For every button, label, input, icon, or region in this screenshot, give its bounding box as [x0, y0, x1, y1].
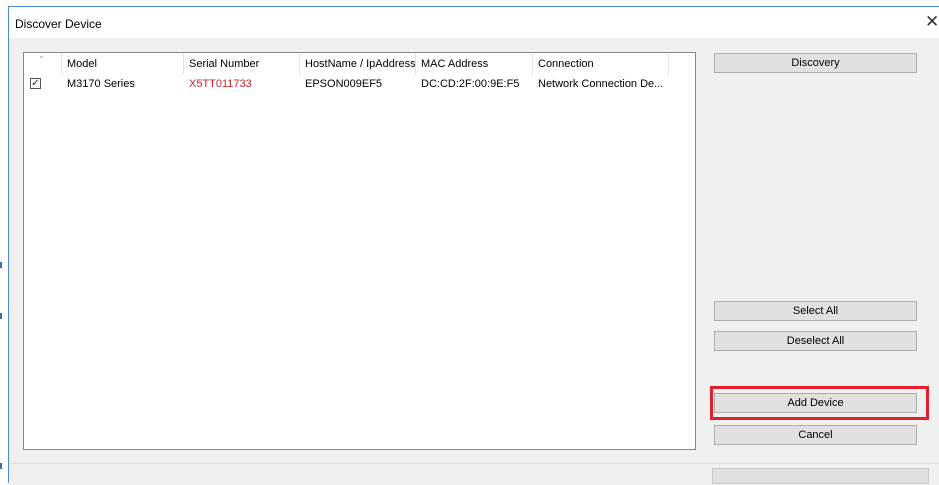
cell-serial: X5TT011733: [189, 78, 252, 90]
column-header-mac[interactable]: MAC Address: [416, 53, 533, 75]
device-list[interactable]: ⌄ Model Serial Number HostName / IpAddre…: [23, 51, 696, 450]
cancel-button[interactable]: Cancel: [714, 425, 917, 445]
close-icon[interactable]: ✕: [925, 13, 939, 31]
edge-marker: [0, 262, 2, 268]
row-checkbox[interactable]: ✓: [30, 78, 41, 89]
cell-mac: DC:CD:2F:00:9E:F5: [421, 78, 520, 90]
list-header: ⌄ Model Serial Number HostName / IpAddre…: [24, 51, 695, 75]
discovery-button[interactable]: Discovery: [714, 53, 917, 73]
add-device-highlight: [710, 386, 929, 420]
column-header-check[interactable]: [24, 53, 62, 75]
discover-device-dialog: Discover Device ✕ ⌄ Model Serial Number …: [8, 6, 939, 485]
deselect-all-button[interactable]: Deselect All: [714, 331, 917, 351]
column-header-serial[interactable]: Serial Number: [184, 53, 300, 75]
edge-marker: [0, 463, 2, 469]
cell-connection: Network Connection De...: [538, 78, 664, 90]
edge-marker: [0, 313, 2, 319]
cell-host: EPSON009EF5: [305, 78, 383, 90]
cell-model: M3170 Series: [67, 78, 135, 90]
status-bar-button[interactable]: [712, 468, 929, 484]
column-header-connection[interactable]: Connection: [533, 53, 669, 75]
column-header-host[interactable]: HostName / IpAddress: [300, 53, 416, 75]
table-row[interactable]: ✓ M3170 Series X5TT011733 EPSON009EF5 DC…: [24, 75, 695, 93]
select-all-button[interactable]: Select All: [714, 301, 917, 321]
window-title: Discover Device: [15, 17, 102, 31]
column-header-model[interactable]: Model: [62, 53, 184, 75]
title-bar: Discover Device ✕: [9, 7, 939, 38]
